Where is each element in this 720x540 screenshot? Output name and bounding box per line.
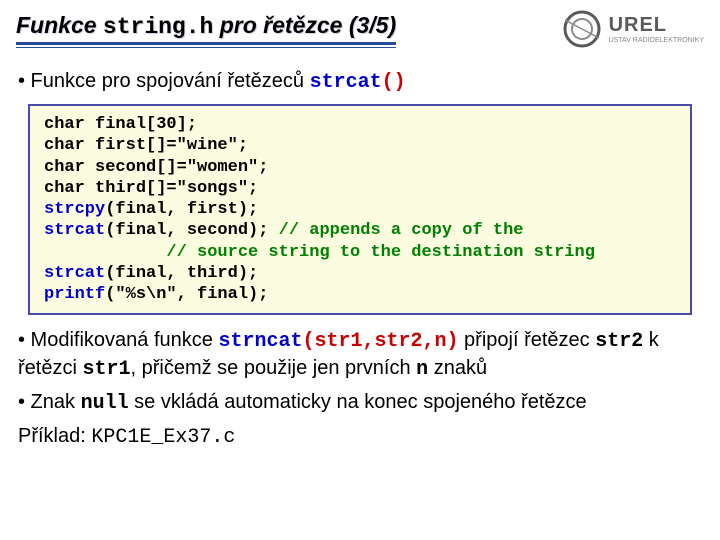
title-mono: string.h [103, 14, 213, 40]
code-l6b: (final, second); [105, 221, 278, 240]
code-l5a: strcpy [44, 200, 105, 219]
logo-text: UREL ÚSTAV RADIOELEKTRONIKY [609, 15, 704, 44]
title-post: pro řetězce (3/5) [213, 12, 396, 38]
title-rule-thick [16, 42, 396, 45]
bullet-strcat: • Funkce pro spojování řetězeců strcat() [18, 68, 702, 96]
bullet1-fn: strcat [310, 71, 382, 94]
example-file: KPC1E_Ex37.c [91, 426, 235, 449]
example-line: Příklad: KPC1E_Ex37.c [18, 423, 702, 451]
example-label: Příklad: [18, 425, 91, 447]
b2-s2: str2 [595, 330, 643, 353]
code-l6a: strcat [44, 221, 105, 240]
b3-null: null [81, 392, 129, 415]
b2-pre: • Modifikovaná funkce [18, 329, 218, 351]
logo: UREL ÚSTAV RADIOELEKTRONIKY [561, 8, 704, 50]
code-l7: // source string to the destination stri… [44, 243, 595, 262]
title-block: Funkce string.h pro řetězce (3/5) [16, 12, 396, 48]
bullet1-paren: () [382, 71, 406, 94]
code-l9a: printf [44, 285, 105, 304]
b2-mid1: připojí řetězec [459, 329, 596, 351]
code-l4: char third[]="songs"; [44, 179, 258, 198]
code-l9b: ("%s\n", final); [105, 285, 268, 304]
bullet-strncat: • Modifikovaná funkce strncat(str1,str2,… [18, 327, 702, 383]
slide-title: Funkce string.h pro řetězce (3/5) [16, 12, 396, 40]
title-pre: Funkce [16, 12, 103, 38]
b3-pre: • Znak [18, 391, 81, 413]
bullet1-pre: • Funkce pro spojování řetězeců [18, 70, 310, 92]
b2-s1: str1 [82, 358, 130, 381]
code-l8b: (final, third); [105, 264, 258, 283]
code-l8a: strcat [44, 264, 105, 283]
logo-ring-icon [561, 8, 603, 50]
b2-tail: znaků [428, 357, 487, 379]
bullet-null: • Znak null se vkládá automaticky na kon… [18, 389, 702, 417]
code-l6c: // appends a copy of the [279, 221, 524, 240]
b2-args: (str1,str2,n) [302, 330, 458, 353]
code-l2: char first[]="wine"; [44, 136, 248, 155]
code-l3: char second[]="women"; [44, 158, 268, 177]
logo-main: UREL [609, 15, 704, 35]
b2-fn: strncat [218, 330, 302, 353]
code-example: char final[30]; char first[]="wine"; cha… [28, 104, 692, 315]
slide-header: Funkce string.h pro řetězce (3/5) UREL Ú… [0, 0, 720, 58]
b2-n: n [416, 358, 428, 381]
code-l1: char final[30]; [44, 115, 197, 134]
b2-mid3: , přičemž se použije jen prvních [130, 357, 416, 379]
logo-sub: ÚSTAV RADIOELEKTRONIKY [609, 37, 704, 44]
slide-content: • Funkce pro spojování řetězeců strcat()… [0, 58, 720, 451]
b3-tail: se vkládá automaticky na konec spojeného… [129, 391, 587, 413]
title-rule-thin [16, 47, 396, 48]
code-l5b: (final, first); [105, 200, 258, 219]
